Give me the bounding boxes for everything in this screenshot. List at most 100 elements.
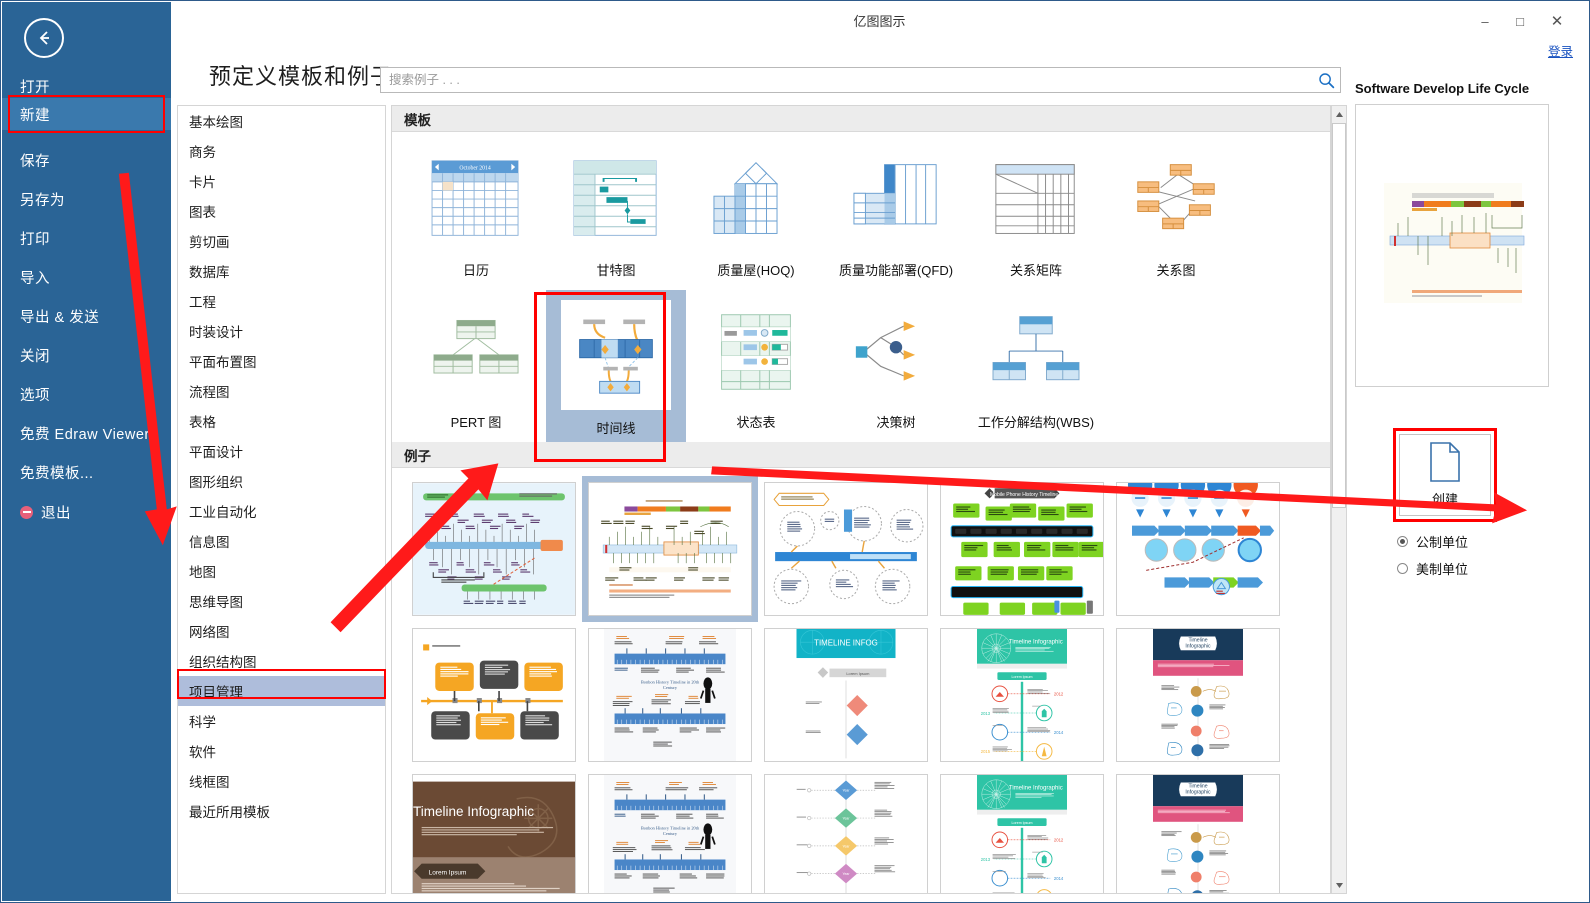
category-item[interactable]: 平面布置图 — [178, 346, 385, 376]
close-button[interactable]: ✕ — [1542, 8, 1572, 34]
category-item[interactable]: 工业自动化 — [178, 496, 385, 526]
sidebar-item-new[interactable]: 新建 — [2, 98, 171, 130]
search-input[interactable] — [381, 68, 1311, 92]
category-item[interactable]: 工程 — [178, 286, 385, 316]
category-item[interactable]: 地图 — [178, 556, 385, 586]
title-bar: 亿图图示 – □ ✕ — [171, 2, 1588, 40]
svg-text:Year: Year — [842, 872, 850, 876]
category-item[interactable]: 软件 — [178, 736, 385, 766]
svg-text:2014: 2014 — [1054, 730, 1064, 735]
example-card-ex-gear-cloud-timeline[interactable]: Timeline Infographic — [1110, 768, 1286, 894]
category-item[interactable]: 流程图 — [178, 376, 385, 406]
ex-gear-cloud-timeline-thumbnail: Timeline Infographic — [1116, 774, 1280, 894]
sidebar-item-free-templates[interactable]: 免费模板... — [2, 456, 171, 488]
template-card-timeline[interactable]: 时间线 — [546, 290, 686, 442]
category-item[interactable]: 思维导图 — [178, 586, 385, 616]
calendar-thumbnail: October 2014 — [424, 148, 528, 252]
search-box[interactable] — [380, 67, 1341, 93]
category-item[interactable]: 组织结构图 — [178, 646, 385, 676]
template-label: 时间线 — [596, 418, 635, 437]
category-item[interactable]: 网络图 — [178, 616, 385, 646]
example-card-ex-sdlc-timeline[interactable] — [582, 476, 758, 622]
scroll-down-button[interactable] — [1332, 877, 1346, 893]
sidebar-item-print[interactable]: 打印 — [2, 222, 171, 254]
example-card-ex-timeline-infographic-teal[interactable]: Timeline Infographic Lorem Ipsum 2012 2013 2… — [934, 622, 1110, 768]
template-card-pert[interactable]: PERT 图 — [406, 290, 546, 442]
category-item[interactable]: 信息图 — [178, 526, 385, 556]
sidebar-item-exit[interactable]: 退出 — [2, 496, 171, 528]
category-item[interactable]: 数据库 — [178, 256, 385, 286]
svg-text:Lorem Ipsum: Lorem Ipsum — [1012, 821, 1033, 825]
radio-indicator — [1397, 536, 1408, 547]
category-label: 平面布置图 — [189, 351, 257, 371]
example-card-ex-orange-gray-blocks[interactable] — [406, 622, 582, 768]
example-card-ex-timeline-infographic-navy[interactable]: Timeline Infographic — [1110, 622, 1286, 768]
template-label: 日历 — [463, 260, 489, 279]
svg-text:Timeline Infographic: Timeline Infographic — [413, 804, 534, 819]
template-card-matrix[interactable]: 关系矩阵 — [966, 138, 1106, 290]
template-card-gantt[interactable]: 甘特图 — [546, 138, 686, 290]
template-card-calendar[interactable]: October 2014 日历 — [406, 138, 546, 290]
radio-us-units[interactable]: 美制单位 — [1397, 559, 1468, 578]
category-item[interactable]: 基本绘图 — [178, 106, 385, 136]
category-item[interactable]: 项目管理 — [178, 676, 385, 706]
example-card-ex-history-timeline-2[interactable]: Bonbon History Timeline in 20th Century — [582, 768, 758, 894]
sidebar-item-save-as[interactable]: 另存为 — [2, 183, 171, 215]
category-item[interactable]: 图形组织 — [178, 466, 385, 496]
sidebar-item-import[interactable]: 导入 — [2, 261, 171, 293]
example-card-ex-pin-timeline[interactable] — [1110, 476, 1286, 622]
template-card-wbs[interactable]: 工作分解结构(WBS) — [966, 290, 1106, 442]
relation-thumbnail — [1124, 148, 1228, 252]
svg-text:2012: 2012 — [1054, 838, 1064, 843]
template-card-decisiontree[interactable]: 决策树 — [826, 290, 966, 442]
category-item[interactable]: 平面设计 — [178, 436, 385, 466]
qfd-thumbnail — [844, 148, 948, 252]
example-card-ex-timeline-infographic-brown[interactable]: Timeline Infographic Lorem Ipsum — [406, 768, 582, 894]
radio-metric-units[interactable]: 公制单位 — [1397, 532, 1468, 551]
sidebar-item-export-send[interactable]: 导出 & 发送 — [2, 300, 171, 332]
svg-text:Century: Century — [663, 685, 678, 690]
category-item[interactable]: 商务 — [178, 136, 385, 166]
sidebar-item-options[interactable]: 选项 — [2, 378, 171, 410]
sidebar-item-edraw-viewer[interactable]: 免费 Edraw Viewer — [2, 417, 171, 449]
category-item[interactable]: 线框图 — [178, 766, 385, 796]
category-item[interactable]: 时装设计 — [178, 316, 385, 346]
example-card-ex-green-timeline[interactable] — [406, 476, 582, 622]
sidebar-item-save[interactable]: 保存 — [2, 144, 171, 176]
sidebar-item-close[interactable]: 关闭 — [2, 339, 171, 371]
create-button[interactable]: 创建 — [1399, 434, 1491, 516]
category-item[interactable]: 卡片 — [178, 166, 385, 196]
back-button[interactable] — [24, 18, 64, 58]
ex-history-timeline-2-thumbnail: Bonbon History Timeline in 20th Century — [588, 774, 752, 894]
sidebar-label: 另存为 — [20, 189, 65, 210]
template-card-statustable[interactable]: 状态表 — [686, 290, 826, 442]
minimize-button[interactable]: – — [1470, 8, 1500, 34]
scroll-up-button[interactable] — [1332, 106, 1346, 122]
category-item[interactable]: 表格 — [178, 406, 385, 436]
svg-text:Lorem Ipsum: Lorem Ipsum — [1012, 675, 1033, 679]
sidebar-label: 关闭 — [20, 345, 50, 366]
maximize-button[interactable]: □ — [1505, 8, 1535, 34]
search-icon[interactable] — [1318, 72, 1335, 89]
scrollbar-thumb[interactable] — [1332, 123, 1346, 508]
template-card-relation[interactable]: 关系图 — [1106, 138, 1246, 290]
login-link[interactable]: 登录 — [1548, 41, 1573, 60]
ex-timeline-infographic-teal-thumbnail: Timeline Infographic Lorem Ipsum 2012 2013 2… — [940, 628, 1104, 762]
example-card-ex-mobile-phone-history[interactable]: Mobile Phone History Timeline — [934, 476, 1110, 622]
template-card-qfd[interactable]: 质量功能部署(QFD) — [826, 138, 966, 290]
example-card-ex-diamond-timeline[interactable]: Year Year Year Year — [758, 768, 934, 894]
example-card-ex-bubble-timeline[interactable] — [758, 476, 934, 622]
ex-orange-gray-blocks-thumbnail — [412, 628, 576, 762]
template-card-hoq[interactable]: 质量屋(HOQ) — [686, 138, 826, 290]
content-vertical-scrollbar[interactable] — [1331, 105, 1347, 894]
example-card-ex-history-timeline[interactable]: Bonbon History Timeline in 20th Century — [582, 622, 758, 768]
category-list[interactable]: 基本绘图 商务 卡片 图表 剪切画 数据库 工程 时装设计平面布置图流程图 表格 平面设计 图形组织… — [177, 105, 386, 894]
category-item[interactable]: 科学 — [178, 706, 385, 736]
example-card-ex-teal-timeline-2[interactable]: Timeline Infographic Lorem Ipsum 2012 2013 2… — [934, 768, 1110, 894]
category-item[interactable]: 最近所用模板 — [178, 796, 385, 826]
example-card-ex-timeline-infographic-cyan[interactable]: TIMELINE INFOG Lorem Ipsum — [758, 622, 934, 768]
ex-timeline-infographic-navy-thumbnail: Timeline Infographic — [1116, 628, 1280, 762]
category-item[interactable]: 图表 — [178, 196, 385, 226]
template-label: 质量屋(HOQ) — [717, 260, 794, 279]
category-item[interactable]: 剪切画 — [178, 226, 385, 256]
